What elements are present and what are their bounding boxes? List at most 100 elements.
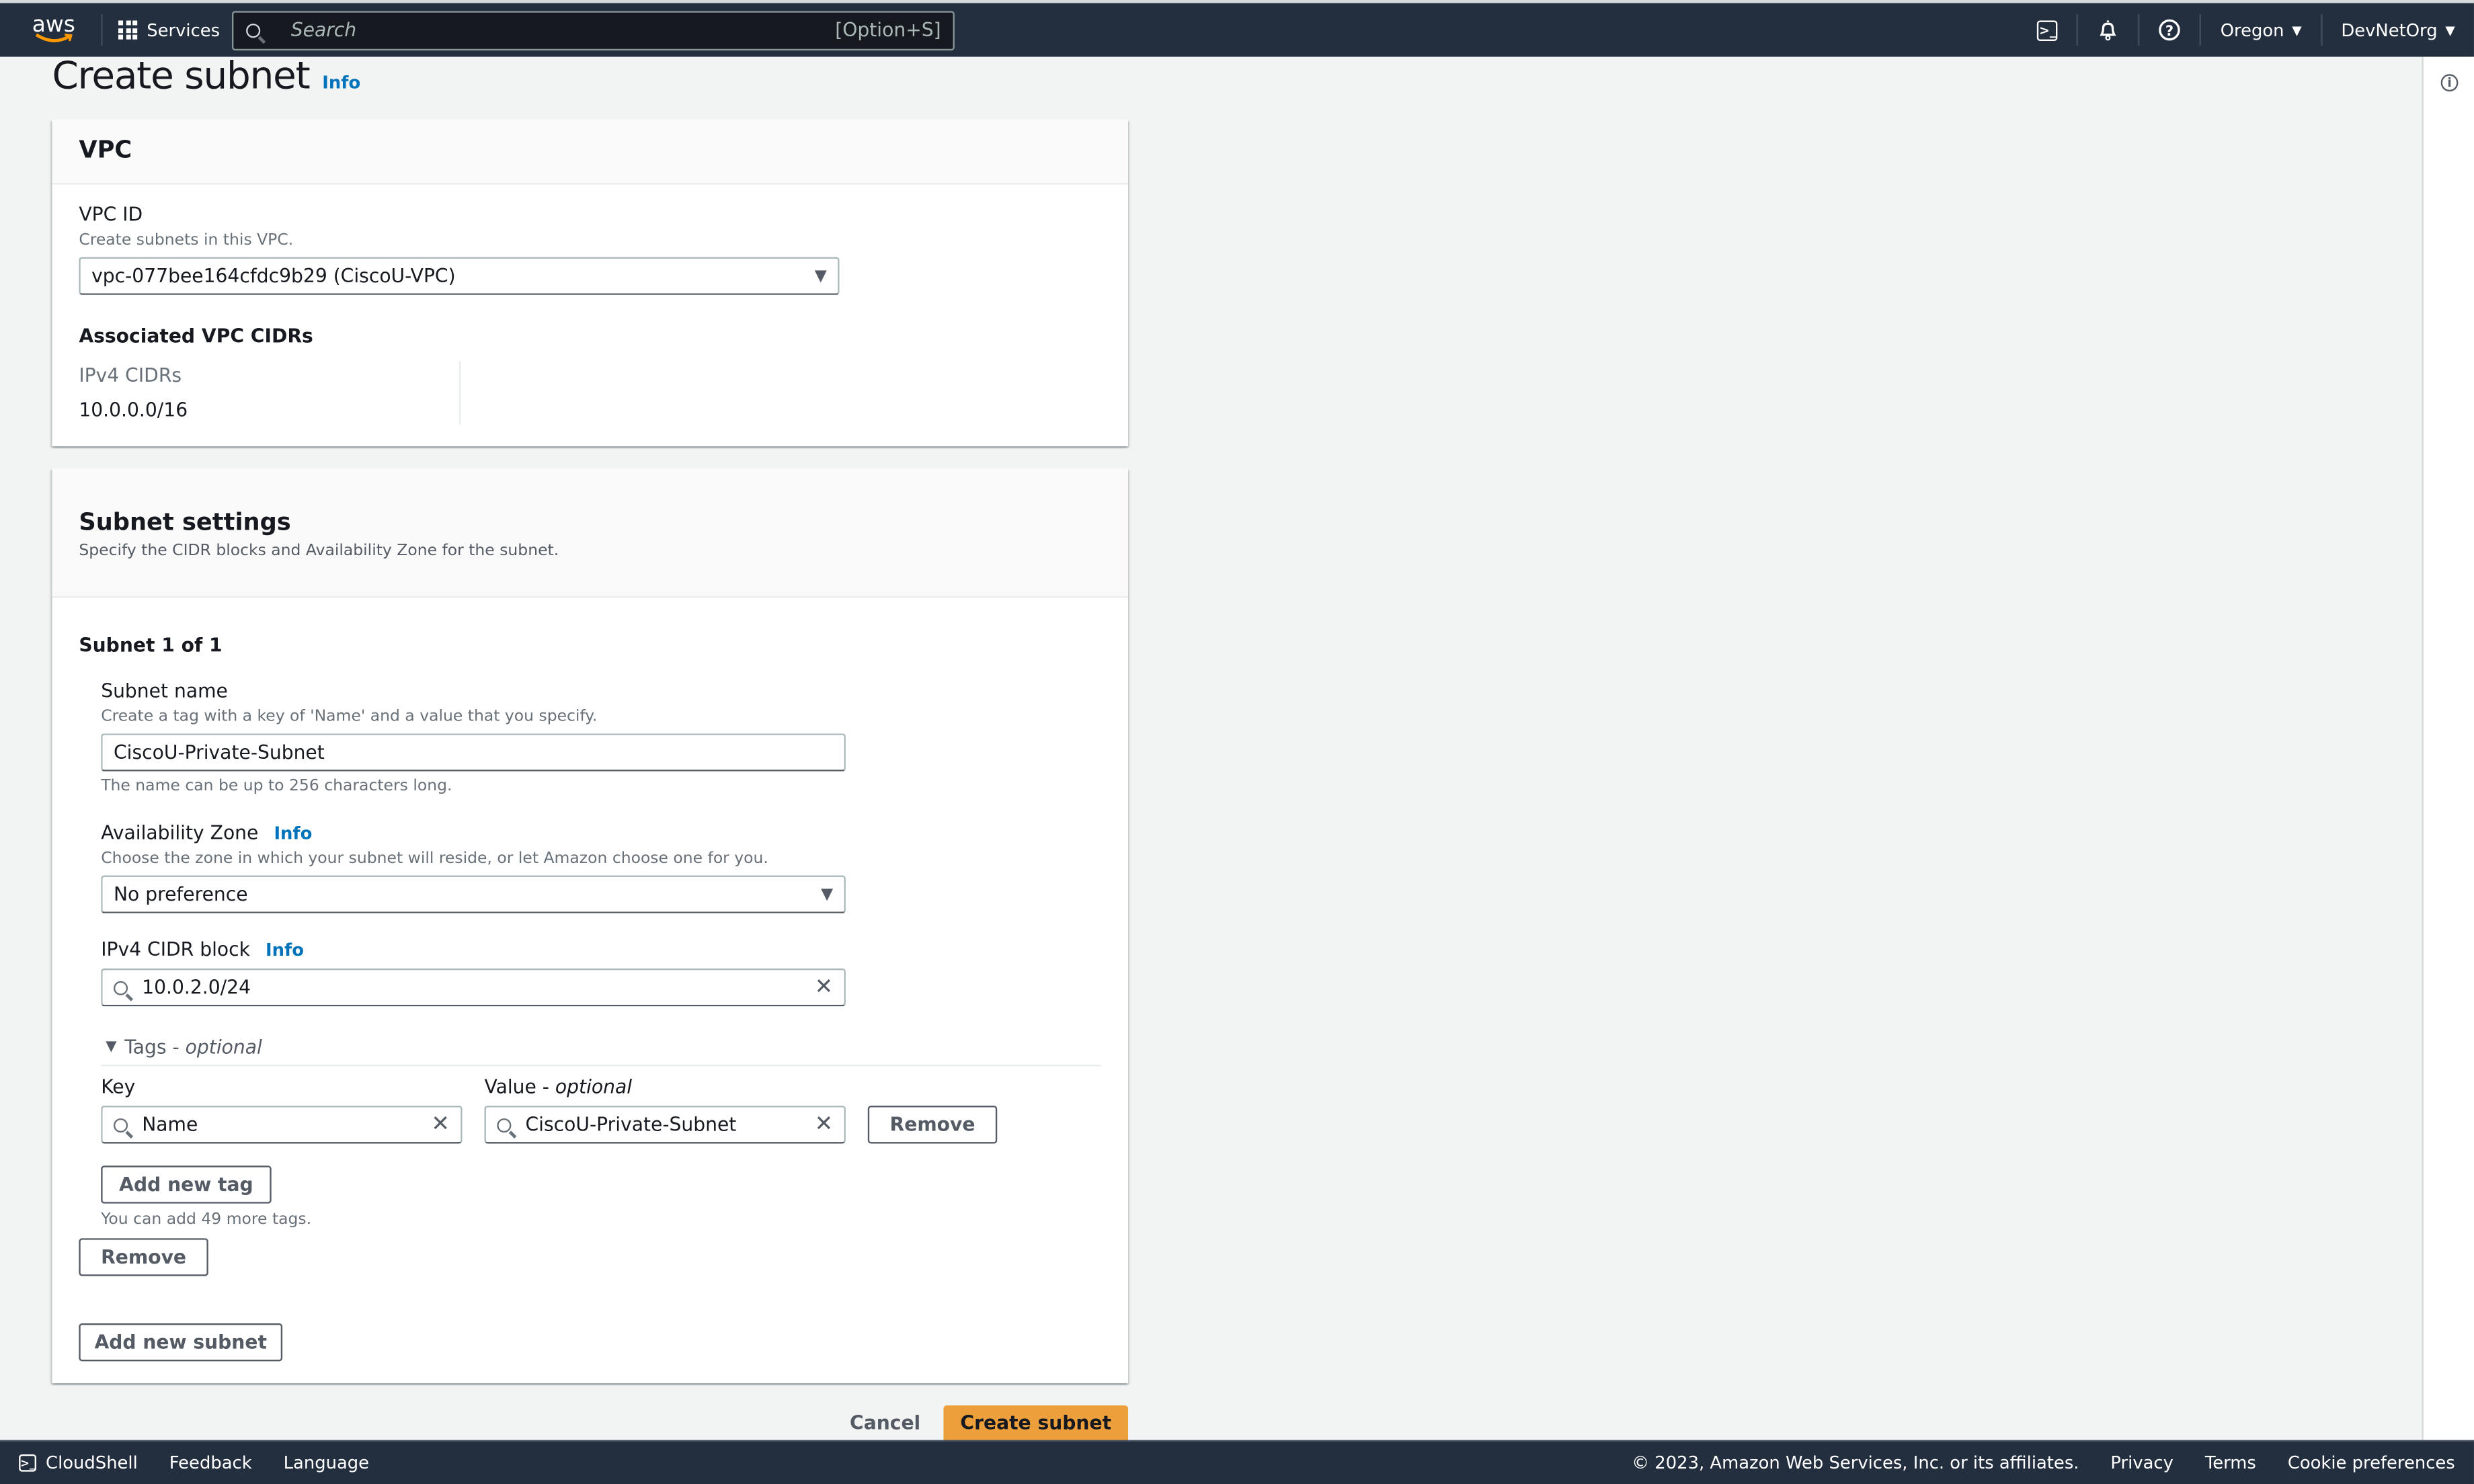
footer-privacy-link[interactable]: Privacy bbox=[2110, 1452, 2173, 1473]
footer-cookie-preferences-link[interactable]: Cookie preferences bbox=[2288, 1452, 2455, 1473]
tags-label: Tags bbox=[124, 1036, 167, 1059]
add-new-subnet-button[interactable]: Add new subnet bbox=[79, 1323, 283, 1362]
help-icon: ? bbox=[2159, 19, 2181, 41]
associated-cidrs-heading: Associated VPC CIDRs bbox=[79, 325, 313, 347]
aws-console-page: aws Services [Option+S] >_ bbox=[0, 0, 2474, 1484]
cidr-info-link[interactable]: Info bbox=[266, 940, 304, 961]
az-label-row: Availability Zone Info bbox=[101, 822, 312, 844]
services-label: Services bbox=[147, 19, 221, 40]
terminal-icon: >_ bbox=[2037, 19, 2058, 40]
subnet-counter: Subnet 1 of 1 bbox=[79, 634, 223, 657]
cidr-block-field[interactable]: ✕ bbox=[101, 968, 846, 1007]
account-label: DevNetOrg bbox=[2341, 19, 2438, 40]
info-panel-toggle-icon[interactable]: i bbox=[2440, 74, 2459, 92]
page-info-link[interactable]: Info bbox=[322, 73, 360, 93]
divider bbox=[101, 14, 103, 46]
remove-subnet-button[interactable]: Remove bbox=[79, 1238, 208, 1276]
footer-cloudshell-label: CloudShell bbox=[46, 1452, 138, 1474]
bell-icon bbox=[2100, 20, 2117, 41]
footer-language-link[interactable]: Language bbox=[284, 1452, 369, 1473]
services-grid-icon bbox=[118, 20, 138, 40]
subnet-settings-container: Subnet settings Specify the CIDR blocks … bbox=[52, 468, 1129, 1384]
caret-down-icon: ▼ bbox=[821, 885, 834, 903]
az-label: Availability Zone bbox=[101, 821, 259, 844]
vpc-container: VPC VPC ID Create subnets in this VPC. v… bbox=[52, 120, 1129, 447]
terminal-icon: >_ bbox=[19, 1454, 36, 1472]
region-label: Oregon bbox=[2220, 19, 2284, 40]
help-button[interactable]: ? bbox=[2138, 14, 2200, 46]
footer-cloudshell-link[interactable]: >_ CloudShell bbox=[19, 1452, 138, 1473]
column-divider bbox=[458, 361, 461, 425]
page-title: Create subnet Info bbox=[52, 54, 360, 98]
vpc-heading: VPC bbox=[79, 135, 132, 165]
remove-tag-button[interactable]: Remove bbox=[867, 1106, 998, 1144]
ipv4-cidrs-label: IPv4 CIDRs bbox=[79, 364, 182, 386]
aws-smile-icon bbox=[35, 33, 73, 42]
add-new-tag-button[interactable]: Add new tag bbox=[101, 1165, 272, 1204]
footer-copyright: © 2023, Amazon Web Services, Inc. or its… bbox=[1632, 1452, 2079, 1474]
vpc-id-label: VPC ID bbox=[79, 203, 143, 226]
subnet-name-label: Subnet name bbox=[101, 679, 228, 702]
top-navigation: aws Services [Option+S] >_ bbox=[0, 0, 2474, 57]
tag-value-field[interactable]: ✕ bbox=[484, 1106, 846, 1144]
vpc-id-help: Create subnets in this VPC. bbox=[79, 231, 294, 249]
console-footer: >_ CloudShell Feedback Language © 2023, … bbox=[0, 1440, 2474, 1484]
aws-logo[interactable]: aws bbox=[22, 12, 85, 44]
caret-down-icon: ▼ bbox=[2292, 23, 2302, 38]
tags-remaining-text: You can add 49 more tags. bbox=[101, 1211, 312, 1229]
caret-down-icon: ▼ bbox=[2445, 23, 2455, 38]
aws-logo-text: aws bbox=[32, 12, 75, 38]
az-select[interactable]: No preference ▼ bbox=[101, 875, 846, 913]
tag-key-field[interactable]: ✕ bbox=[101, 1106, 463, 1144]
vpc-id-value: vpc-077bee164cfdc9b29 (CiscoU-VPC) bbox=[91, 265, 456, 288]
caret-down-icon: ▼ bbox=[814, 267, 827, 285]
vpc-container-header: VPC bbox=[52, 120, 1129, 185]
az-info-link[interactable]: Info bbox=[274, 823, 312, 844]
search-input[interactable] bbox=[288, 17, 836, 43]
search-icon bbox=[497, 1117, 512, 1132]
subnet-name-input[interactable] bbox=[113, 741, 834, 764]
ipv4-cidrs-value: 10.0.0.0/16 bbox=[79, 399, 188, 421]
account-menu[interactable]: DevNetOrg ▼ bbox=[2320, 14, 2474, 46]
search-icon bbox=[113, 1117, 128, 1132]
global-search[interactable]: [Option+S] bbox=[232, 10, 955, 50]
search-shortcut-hint: [Option+S] bbox=[835, 19, 941, 42]
subnet-name-field[interactable] bbox=[101, 733, 846, 772]
clear-icon[interactable]: ✕ bbox=[815, 977, 834, 999]
clear-icon[interactable]: ✕ bbox=[815, 1114, 834, 1136]
caret-down-icon: ▼ bbox=[106, 1039, 117, 1056]
subnet-name-constraint: The name can be up to 256 characters lon… bbox=[101, 778, 452, 795]
nav-utilities: >_ ? Oregon ▼ DevNetOrg ▼ bbox=[2018, 3, 2474, 57]
cidr-label-row: IPv4 CIDR block Info bbox=[101, 938, 304, 960]
tag-value-label-row: Value - optional bbox=[484, 1075, 633, 1098]
search-icon bbox=[113, 980, 128, 995]
cidr-label: IPv4 CIDR block bbox=[101, 938, 250, 961]
subnet-settings-header: Subnet settings Specify the CIDR blocks … bbox=[52, 468, 1129, 598]
cloudshell-button[interactable]: >_ bbox=[2018, 14, 2077, 46]
help-panel-rail: i bbox=[2422, 56, 2474, 1440]
create-subnet-button[interactable]: Create subnet bbox=[943, 1405, 1129, 1440]
region-selector[interactable]: Oregon ▼ bbox=[2200, 14, 2321, 46]
tags-expander[interactable]: ▼ Tags - optional bbox=[106, 1036, 262, 1059]
footer-feedback-link[interactable]: Feedback bbox=[169, 1452, 252, 1473]
tags-divider bbox=[101, 1065, 1102, 1067]
clear-icon[interactable]: ✕ bbox=[431, 1114, 450, 1136]
notifications-button[interactable] bbox=[2077, 14, 2139, 46]
footer-terms-link[interactable]: Terms bbox=[2205, 1452, 2256, 1473]
vpc-id-select[interactable]: vpc-077bee164cfdc9b29 (CiscoU-VPC) ▼ bbox=[79, 257, 840, 295]
tag-key-input[interactable] bbox=[142, 1113, 432, 1136]
tag-value-input[interactable] bbox=[525, 1113, 815, 1136]
subnet-settings-heading: Subnet settings bbox=[79, 507, 291, 536]
az-value: No preference bbox=[113, 883, 248, 906]
cidr-block-input[interactable] bbox=[142, 976, 815, 999]
subnet-name-help: Create a tag with a key of 'Name' and a … bbox=[101, 708, 598, 726]
cancel-button[interactable]: Cancel bbox=[840, 1405, 931, 1440]
tag-key-label: Key bbox=[101, 1075, 136, 1098]
tags-optional: optional bbox=[185, 1036, 262, 1059]
az-help: Choose the zone in which your subnet wil… bbox=[101, 850, 768, 868]
search-icon bbox=[247, 23, 262, 38]
services-menu-button[interactable]: Services bbox=[118, 19, 220, 40]
tag-value-optional: optional bbox=[555, 1075, 633, 1098]
page-title-text: Create subnet bbox=[52, 53, 310, 98]
subnet-settings-description: Specify the CIDR blocks and Availability… bbox=[79, 542, 559, 561]
